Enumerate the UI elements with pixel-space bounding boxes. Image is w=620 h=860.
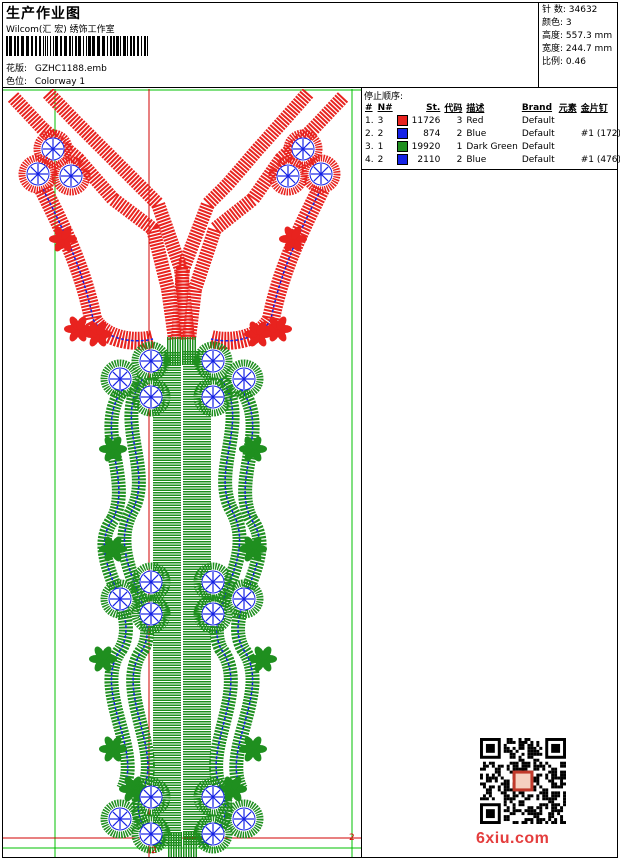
colorway-field: 色位: Colorway 1 xyxy=(6,74,85,87)
cell-description: Blue xyxy=(466,128,487,139)
stat-value: 0.46 xyxy=(565,57,586,67)
col-swatch xyxy=(395,101,410,114)
stat-scale: 比例: 0.46 xyxy=(542,56,612,69)
pattern-value: GZHC1188.emb xyxy=(34,64,107,74)
cell-stitches: 19920 xyxy=(411,141,441,152)
company-name: Wilcom(汇 宏) 绣饰工作室 xyxy=(6,25,115,35)
embroidery-design xyxy=(3,89,361,857)
table-row: 3. 1 19920 1 Dark Green Default xyxy=(363,140,620,153)
cell-sequins xyxy=(579,140,620,153)
cell-brand: Default xyxy=(521,141,555,152)
cell-brand: Default xyxy=(521,154,555,165)
cell-needle: 2 xyxy=(377,154,384,165)
motif-group xyxy=(7,89,349,857)
cell-stitches: 2110 xyxy=(417,154,441,165)
table-divider xyxy=(361,169,618,170)
cell-brand: Default xyxy=(521,115,555,126)
flower-motif xyxy=(18,154,58,194)
col-index: # xyxy=(365,102,373,113)
stat-label: 颜色: xyxy=(542,18,564,28)
cell-element xyxy=(557,153,579,166)
stop-sequence-table: # N# St. 代码 描述 Brand 元素 金片钉 1. 3 11726 3 Red… xyxy=(363,101,620,166)
stat-stitches: 针 数: 34632 xyxy=(542,4,612,17)
stat-value: 34632 xyxy=(568,5,598,15)
cell-description: Red xyxy=(466,115,484,126)
cell-element xyxy=(557,127,579,140)
stat-value: 557.3 mm xyxy=(565,31,613,41)
axis-marker-right: 2 xyxy=(349,833,355,843)
stat-width: 宽度: 244.7 mm xyxy=(542,43,612,56)
cell-index: 4. xyxy=(365,154,374,165)
flower-motif xyxy=(224,579,264,619)
cell-code: 2 xyxy=(456,128,463,139)
cell-element xyxy=(557,140,579,153)
color-swatch xyxy=(396,141,408,152)
flower-motif xyxy=(224,359,264,399)
qr-code-image xyxy=(480,738,566,824)
cell-sequins: #1 (172) xyxy=(580,128,620,139)
stat-label: 高度: xyxy=(542,31,564,41)
cell-stitches: 874 xyxy=(423,128,441,139)
panel-divider xyxy=(361,87,362,858)
col-description: 描述 xyxy=(466,104,485,114)
stat-value: 244.7 mm xyxy=(565,44,613,54)
stat-label: 比例: xyxy=(542,57,564,67)
cell-swatch xyxy=(395,114,410,127)
cell-brand: Default xyxy=(521,128,555,139)
cell-code: 3 xyxy=(456,115,463,126)
stat-value: 3 xyxy=(565,18,572,28)
cell-code: 2 xyxy=(456,154,463,165)
color-swatch xyxy=(396,154,408,165)
header-divider xyxy=(2,87,618,88)
pattern-label: 花版: xyxy=(6,64,28,74)
flower-motif xyxy=(100,359,140,399)
col-needle: N# xyxy=(377,102,393,113)
axis-marker-bottom: 2 xyxy=(151,846,157,856)
col-stitches: St. xyxy=(426,102,441,113)
cell-code: 1 xyxy=(456,141,463,152)
stat-colors: 颜色: 3 xyxy=(542,17,612,30)
cell-sequins xyxy=(579,114,620,127)
flower-motif xyxy=(193,814,233,854)
cell-description: Dark Green xyxy=(466,141,518,152)
cell-needle: 2 xyxy=(377,128,384,139)
cell-index: 2. xyxy=(365,128,374,139)
page-title: 生产作业图 xyxy=(6,6,81,22)
cell-index: 1. xyxy=(365,115,374,126)
col-code: 代码 xyxy=(444,104,463,114)
stat-label: 宽度: xyxy=(542,44,564,54)
col-element: 元素 xyxy=(558,104,577,114)
table-header-row: # N# St. 代码 描述 Brand 元素 金片钉 xyxy=(363,101,620,115)
cell-sequins: #1 (476) xyxy=(580,154,620,165)
flower-motif xyxy=(224,799,264,839)
flower-motif xyxy=(100,799,140,839)
colorway-label: 色位: xyxy=(6,77,28,87)
col-brand: Brand xyxy=(521,102,553,113)
barcode-image xyxy=(6,36,148,56)
col-sequins: 金片钉 xyxy=(580,104,608,114)
watermark-logo: 6xiu.com xyxy=(476,830,550,847)
cell-needle: 1 xyxy=(377,141,384,152)
cell-swatch xyxy=(395,127,410,140)
cell-swatch xyxy=(395,153,410,166)
stat-height: 高度: 557.3 mm xyxy=(542,30,612,43)
cell-needle: 3 xyxy=(377,115,384,126)
cell-stitches: 11726 xyxy=(411,115,441,126)
color-swatch xyxy=(396,128,408,139)
pattern-field: 花版: GZHC1188.emb xyxy=(6,61,107,74)
cell-element xyxy=(557,114,579,127)
cell-swatch xyxy=(395,140,410,153)
cell-description: Blue xyxy=(466,154,487,165)
color-swatch xyxy=(396,115,408,126)
stats-divider xyxy=(538,2,539,87)
cell-index: 3. xyxy=(365,141,374,152)
stat-label: 针 数: xyxy=(542,5,566,15)
table-row: 4. 2 2110 2 Blue Default #1 (476) xyxy=(363,153,620,166)
table-row: 2. 2 874 2 Blue Default #1 (172) xyxy=(363,127,620,140)
colorway-value: Colorway 1 xyxy=(34,77,86,87)
table-row: 1. 3 11726 3 Red Default xyxy=(363,114,620,127)
stats-panel: 针 数: 34632 颜色: 3 高度: 557.3 mm 宽度: 244.7 … xyxy=(542,4,612,69)
flower-motif xyxy=(100,579,140,619)
